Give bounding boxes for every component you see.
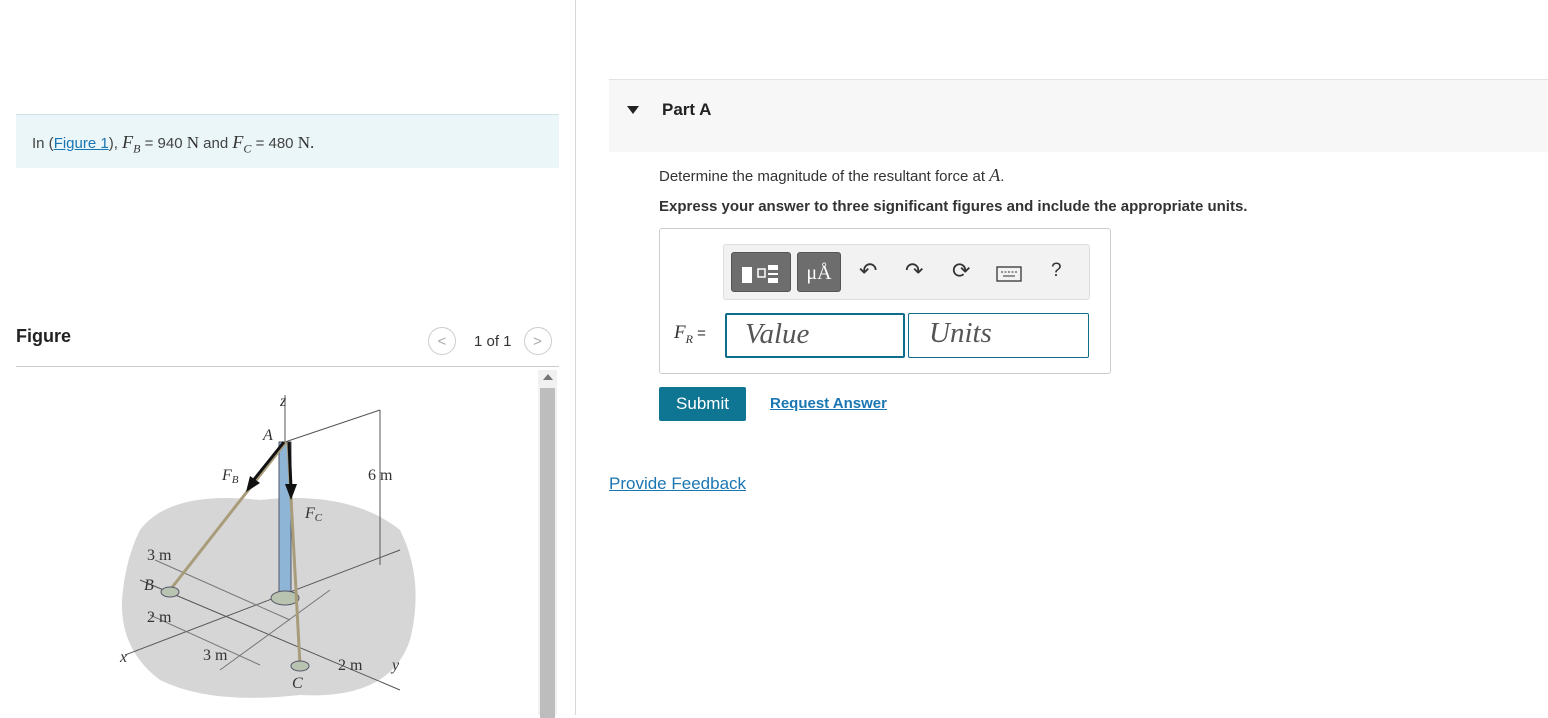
anchor-c (290, 660, 310, 672)
scroll-up-arrow-icon[interactable] (543, 374, 553, 380)
answer-box: μÅ ↶ ↷ ⟳ ? FR = Value Units (659, 228, 1111, 374)
label-2m-left: 2 m (147, 609, 172, 626)
scroll-thumb[interactable] (540, 388, 555, 718)
units-button[interactable]: μÅ (797, 252, 841, 292)
label-3m-bottom: 3 m (203, 647, 228, 664)
reset-icon[interactable]: ⟳ (952, 258, 970, 284)
templates-button[interactable] (731, 252, 791, 292)
templates-icon (742, 265, 778, 283)
fc-symbol: FC (232, 132, 252, 156)
chevron-right-icon: > (533, 332, 542, 350)
fb-unit: N (186, 133, 199, 152)
label-c: C (292, 675, 303, 692)
provide-feedback-link[interactable]: Provide Feedback (609, 474, 746, 494)
problem-statement: In (Figure 1), FB = 940 N and FC = 480 N… (16, 114, 559, 168)
submit-button[interactable]: Submit (659, 387, 746, 421)
figure-title: Figure (16, 326, 72, 346)
part-title: Part A (662, 100, 712, 119)
figure-separator (16, 366, 559, 367)
units-input[interactable]: Units (908, 313, 1089, 358)
instruction-text: Express your answer to three significant… (659, 198, 1248, 215)
fc-value: = 480 (255, 135, 294, 152)
label-x: x (119, 649, 127, 666)
ground-shadow (121, 498, 416, 698)
intro-prefix: In ( (32, 135, 54, 152)
top-guide-line (284, 409, 381, 443)
intro-and: and (203, 135, 229, 152)
keyboard-icon[interactable] (996, 262, 1022, 288)
fr-label: FR = (674, 322, 706, 346)
value-input[interactable]: Value (725, 313, 905, 358)
label-z: z (279, 393, 287, 410)
collapse-triangle-icon[interactable] (627, 106, 639, 114)
column-divider (575, 0, 576, 715)
fb-symbol: FB (122, 132, 141, 156)
question-text: Determine the magnitude of the resultant… (659, 165, 1005, 185)
label-fb: FB (221, 467, 239, 486)
label-3m-top: 3 m (147, 547, 172, 564)
label-a: A (262, 427, 273, 444)
label-b: B (144, 577, 154, 594)
help-icon[interactable]: ? (1051, 258, 1062, 284)
chevron-left-icon: < (437, 332, 447, 350)
label-2m-bottom: 2 m (338, 657, 363, 674)
figure-scrollbar[interactable] (538, 370, 557, 718)
anchor-b (160, 586, 180, 598)
math-toolbar: μÅ ↶ ↷ ⟳ ? (723, 244, 1090, 300)
redo-icon[interactable]: ↷ (905, 258, 923, 284)
intro-suffix: ), (108, 135, 118, 152)
next-figure-button[interactable]: > (523, 327, 552, 355)
label-y: y (390, 657, 400, 674)
part-a-header[interactable]: Part A (609, 79, 1548, 152)
fb-value: = 940 (144, 135, 183, 152)
fc-unit: N. (297, 133, 315, 152)
request-answer-link[interactable]: Request Answer (770, 395, 887, 412)
force-fc-arrow (287, 441, 293, 489)
label-6m: 6 m (368, 467, 393, 484)
figure-illustration: z A FB FC 6 m 3 m B 2 m x 3 m C 2 m y (119, 393, 416, 698)
pager-count: 1 of 1 (474, 332, 512, 350)
prev-figure-button[interactable]: < (428, 327, 456, 355)
figure-pager: < 1 of 1 > (428, 327, 552, 355)
undo-icon[interactable]: ↶ (859, 258, 877, 284)
figure-link[interactable]: Figure 1 (54, 135, 109, 152)
